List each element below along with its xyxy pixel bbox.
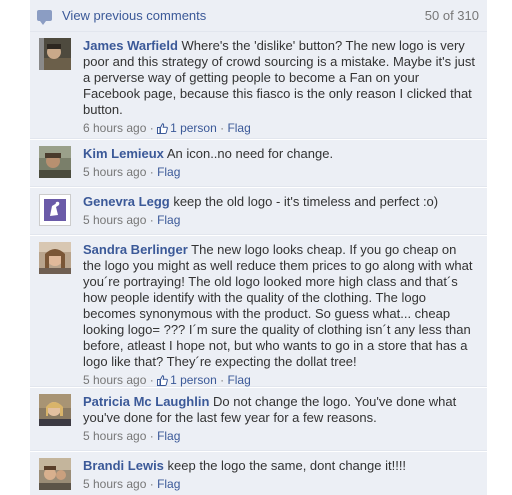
flag-link[interactable]: Flag (227, 121, 250, 135)
comment-author[interactable]: Brandi Lewis (83, 458, 164, 473)
flag-link[interactable]: Flag (157, 477, 180, 491)
comments-header: View previous comments 50 of 310 (30, 0, 487, 32)
comment-time: 6 hours ago (83, 121, 147, 135)
comment-meta: 5 hours ago · Flag (83, 212, 476, 228)
comment-time: 5 hours ago (83, 477, 147, 491)
flag-link[interactable]: Flag (157, 213, 180, 227)
comment-author[interactable]: Genevra Legg (83, 194, 170, 209)
comment-author[interactable]: Sandra Berlinger (83, 242, 188, 257)
flag-link[interactable]: Flag (227, 373, 250, 387)
comment-author[interactable]: Patricia Mc Laughlin (83, 394, 209, 409)
avatar[interactable] (39, 394, 71, 426)
thumbs-up-icon (157, 375, 168, 386)
separator: · (146, 429, 158, 443)
comment-feed: View previous comments 50 of 310 James W… (30, 0, 487, 495)
flag-link[interactable]: Flag (157, 165, 180, 179)
like-count: 1 person (170, 121, 217, 135)
comment-time: 5 hours ago (83, 429, 147, 443)
comment-body: Brandi Lewis keep the logo the same, don… (83, 458, 476, 492)
thumbs-up-icon (157, 123, 168, 134)
comment-meta: 5 hours ago · Flag (83, 476, 476, 492)
separator: · (146, 373, 158, 387)
comment-meta: 5 hours ago · Flag (83, 164, 476, 180)
avatar[interactable] (39, 38, 71, 70)
comment-body: Patricia Mc Laughlin Do not change the l… (83, 394, 476, 444)
comment-count: 50 of 310 (424, 8, 479, 23)
comment-text: keep the logo the same, dont change it!!… (167, 458, 407, 473)
comment-text: An icon..no need for change. (166, 146, 334, 161)
comment-item: Brandi Lewis keep the logo the same, don… (30, 452, 487, 495)
comment-body: James Warfield Where's the 'dislike' but… (83, 38, 476, 136)
comment-body: Genevra Legg keep the old logo - it's ti… (83, 194, 476, 228)
comment-text: The new logo looks cheap. If you go chea… (83, 242, 473, 369)
like-link[interactable]: 1 person (157, 121, 217, 135)
comment-time: 5 hours ago (83, 165, 147, 179)
separator: · (146, 165, 158, 179)
separator: · (146, 121, 158, 135)
comment-time: 5 hours ago (83, 213, 147, 227)
comment-item: Sandra Berlinger The new logo looks chea… (30, 236, 487, 387)
separator: · (146, 477, 158, 491)
comment-item: Genevra Legg keep the old logo - it's ti… (30, 188, 487, 235)
comment-meta: 6 hours ago · 1 person · Flag (83, 120, 476, 136)
comment-time: 5 hours ago (83, 373, 147, 387)
comment-author[interactable]: Kim Lemieux (83, 146, 164, 161)
flag-link[interactable]: Flag (157, 429, 180, 443)
comment-item: James Warfield Where's the 'dislike' but… (30, 32, 487, 139)
comment-meta: 5 hours ago · Flag (83, 428, 476, 444)
comment-meta: 5 hours ago · 1 person · Flag (83, 372, 476, 388)
separator: · (216, 373, 228, 387)
comment-item: Kim Lemieux An icon..no need for change.… (30, 140, 487, 187)
view-previous-comments-link[interactable]: View previous comments (62, 8, 206, 23)
avatar[interactable] (39, 458, 71, 490)
comment-text: keep the old logo - it's timeless and pe… (173, 194, 439, 209)
separator: · (146, 213, 158, 227)
comment-author[interactable]: James Warfield (83, 38, 178, 53)
avatar[interactable] (39, 146, 71, 178)
comment-body: Sandra Berlinger The new logo looks chea… (83, 242, 476, 388)
avatar[interactable] (39, 194, 71, 226)
avatar[interactable] (39, 242, 71, 274)
comment-body: Kim Lemieux An icon..no need for change.… (83, 146, 476, 180)
separator: · (216, 121, 228, 135)
like-count: 1 person (170, 373, 217, 387)
like-link[interactable]: 1 person (157, 373, 217, 387)
comment-item: Patricia Mc Laughlin Do not change the l… (30, 388, 487, 451)
comment-bubble-icon (37, 10, 52, 25)
